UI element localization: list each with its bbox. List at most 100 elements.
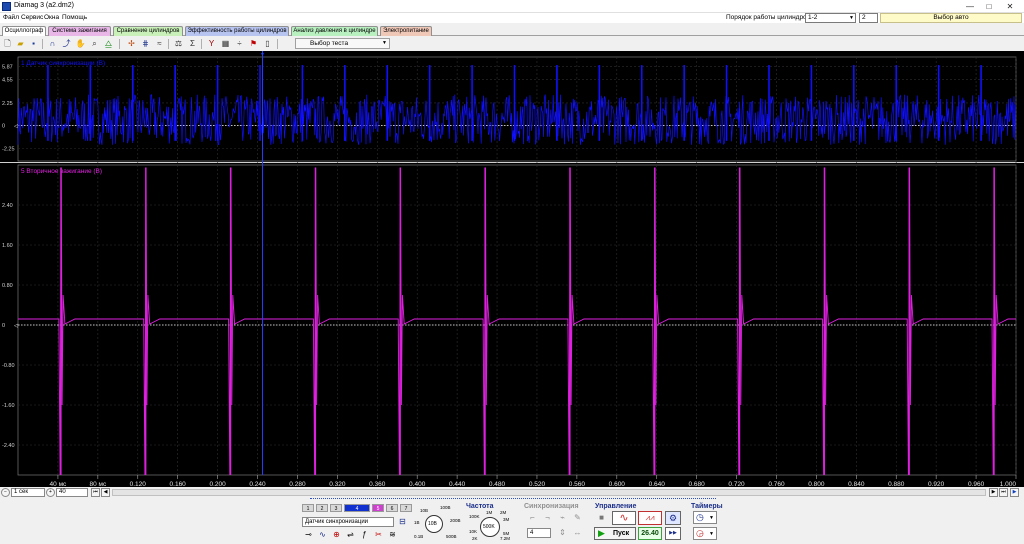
rpm-value: 26.40 xyxy=(641,530,659,537)
voltage-knob[interactable]: 10В xyxy=(425,515,443,533)
grid-mesh-icon[interactable]: ⋕ xyxy=(140,39,151,49)
sync-channel-select[interactable]: 4 xyxy=(527,528,551,538)
tab-power-supply[interactable]: Электропитание xyxy=(380,26,432,36)
sync-panel-frame xyxy=(17,56,1017,162)
falling-edge-icon[interactable]: ¬ xyxy=(542,513,553,523)
chevron-down-icon: ▼ xyxy=(709,531,714,537)
zoom-in-icon[interactable]: + xyxy=(46,488,55,497)
sync-source-value: Датчик синхронизации xyxy=(305,519,369,525)
timer-1-button[interactable]: ◷ ▼ xyxy=(693,511,717,524)
split-icon[interactable]: ÷ xyxy=(234,39,245,49)
cylinder-count-spinner[interactable]: 2 xyxy=(859,13,878,23)
last-page-icon[interactable]: ⏭ xyxy=(999,488,1008,497)
ignition-panel-frame xyxy=(17,164,1017,476)
sync-shift-icon[interactable]: ↔ xyxy=(572,528,583,538)
cut-icon[interactable]: ✂ xyxy=(373,530,384,540)
test-select[interactable]: Выбор теста ▼ xyxy=(295,38,390,49)
auto-mode-button[interactable]: ▶▶ xyxy=(665,527,681,540)
tree-view-icon[interactable]: ⧋ xyxy=(103,39,114,49)
y-tick-label: 4.55 xyxy=(2,78,13,84)
channel-1-button[interactable]: 1 xyxy=(302,504,314,512)
headphones-icon[interactable]: ∩ xyxy=(47,39,58,49)
toolbar-separator xyxy=(168,39,169,49)
knob1-label: 500В xyxy=(446,534,457,539)
timebase-select[interactable]: 1 сек xyxy=(11,488,45,497)
first-page-icon[interactable]: ⏮ xyxy=(91,488,100,497)
next-page-icon[interactable]: ▶ xyxy=(989,488,998,497)
sigma-icon[interactable]: Σ xyxy=(187,39,198,49)
panel-scroll-indicator xyxy=(310,498,716,499)
sync-source-select[interactable]: Датчик синхронизации xyxy=(302,517,394,527)
maximize-button[interactable]: □ xyxy=(979,0,999,13)
probe-icon[interactable]: ⊸ xyxy=(303,530,314,540)
sine-mode-button[interactable]: ∿ xyxy=(612,511,636,525)
noise-mode-button[interactable]: ⩘⩘ xyxy=(638,511,662,525)
trigger-auto-icon[interactable]: ⌁ xyxy=(557,513,568,523)
open-folder-icon[interactable]: ▰ xyxy=(15,39,26,49)
filter-icon[interactable]: Y xyxy=(206,39,217,49)
zoom-select[interactable]: 40 xyxy=(56,488,88,497)
channel-3-button[interactable]: 3 xyxy=(330,504,342,512)
zoom-out-icon[interactable]: − xyxy=(1,488,10,497)
save-icon[interactable]: ▪ xyxy=(28,39,39,49)
pulse-icon[interactable]: ⇌ xyxy=(345,530,356,540)
control-panel: 1 2 3 4 5 6 7 Датчик синхронизации ⊟ ⊸ ∿… xyxy=(0,498,1024,544)
zoom-icon[interactable]: ⌕ xyxy=(89,39,100,49)
cylinder-order-value: 1-2 xyxy=(808,14,818,21)
settings-mode-button[interactable]: ⚙ xyxy=(665,511,681,525)
close-button[interactable]: ✕ xyxy=(1000,0,1020,13)
chevron-down-icon: ▼ xyxy=(709,515,714,521)
table-icon[interactable]: ▦ xyxy=(220,39,231,49)
oscilloscope-area[interactable]: 40 мс 80 мс 0.120 0.160 0.200 0.240 0.280 0.320… xyxy=(0,51,1024,487)
tab-ignition[interactable]: Система зажигания xyxy=(48,26,111,36)
cursor-cross-icon[interactable]: ✢ xyxy=(126,39,137,49)
channel-6-button[interactable]: 6 xyxy=(386,504,398,512)
gauge-icon[interactable]: ⊕ xyxy=(331,530,342,540)
menu-file[interactable]: Файл xyxy=(3,14,19,21)
frequency-title: Частота xyxy=(466,503,494,510)
trigger-edit-icon[interactable]: ✎ xyxy=(572,513,583,523)
clock-icon: ◷ xyxy=(696,512,704,522)
oscilloscope-chart[interactable]: 40 мс 80 мс 0.120 0.160 0.200 0.240 0.280 0.320… xyxy=(0,51,1024,487)
menu-help[interactable]: Помощь xyxy=(62,14,87,21)
menu-service[interactable]: Сервис xyxy=(21,14,43,21)
channel-7-button[interactable]: 7 xyxy=(400,504,412,512)
waveform-icon[interactable]: ≈ xyxy=(154,39,165,49)
wave-settings-icon[interactable]: ≋ xyxy=(387,530,398,540)
y-tick-label: -2.40 xyxy=(2,443,15,449)
sine-wave-icon[interactable]: ∿ xyxy=(317,530,328,540)
tab-cylinder-compare[interactable]: Сравнение цилиндров xyxy=(113,26,183,36)
play-icon[interactable]: ▶ xyxy=(1010,488,1019,497)
y-tick-label: 1.60 xyxy=(2,243,13,249)
toolbar: 🗋 ▰ ▪ ∩ ⤴ ✋ ⌕ ⧋ ✢ ⋕ ≈ ⚖ Σ Y ▦ ÷ ⚑ ▯ xyxy=(0,37,1024,51)
channel-2-button[interactable]: 2 xyxy=(316,504,328,512)
timer-2-button[interactable]: ◶ ▼ xyxy=(693,527,717,540)
select-auto-button[interactable]: Выбор авто xyxy=(880,13,1022,23)
scale-icon[interactable]: ⚖ xyxy=(173,39,184,49)
flag-icon[interactable]: ⚑ xyxy=(248,39,259,49)
stop-icon[interactable]: ■ xyxy=(596,513,607,523)
prev-page-icon[interactable]: ◀ xyxy=(101,488,110,497)
menu-windows[interactable]: Окна xyxy=(44,14,59,21)
sync-level-icon[interactable]: ⇕ xyxy=(557,528,568,538)
minimize-button[interactable]: — xyxy=(960,0,980,13)
channel-5-button[interactable]: 5 xyxy=(372,504,384,512)
scrollbar-track[interactable] xyxy=(112,489,986,496)
fx-icon[interactable]: ƒ xyxy=(359,530,370,540)
channel-4-button[interactable]: 4 xyxy=(344,504,370,512)
hand-pan-icon[interactable]: ✋ xyxy=(75,39,86,49)
knob2-label: 3M xyxy=(503,517,510,522)
tab-cylinder-efficiency[interactable]: Эффективность работы цилиндров xyxy=(185,26,289,36)
lock-icon[interactable]: ⊟ xyxy=(397,517,408,527)
rising-edge-icon[interactable]: ⌐ xyxy=(527,513,538,523)
document-icon[interactable]: ▯ xyxy=(262,39,273,49)
tab-pressure-analysis[interactable]: Анализ давления в цилиндре xyxy=(291,26,378,36)
tab-oscilloscope[interactable]: Осциллограф xyxy=(2,26,46,36)
new-file-icon[interactable]: 🗋 xyxy=(2,39,13,49)
measure-icon[interactable]: ⤴ xyxy=(61,39,72,49)
start-button[interactable]: ▶ Пуск xyxy=(594,527,636,540)
frequency-knob[interactable]: 500K xyxy=(480,517,500,537)
y-tick-label: 0.80 xyxy=(2,283,13,289)
knob2-label: 2K xyxy=(472,536,478,541)
cylinder-order-select[interactable]: 1-2 ▼ xyxy=(805,13,856,23)
